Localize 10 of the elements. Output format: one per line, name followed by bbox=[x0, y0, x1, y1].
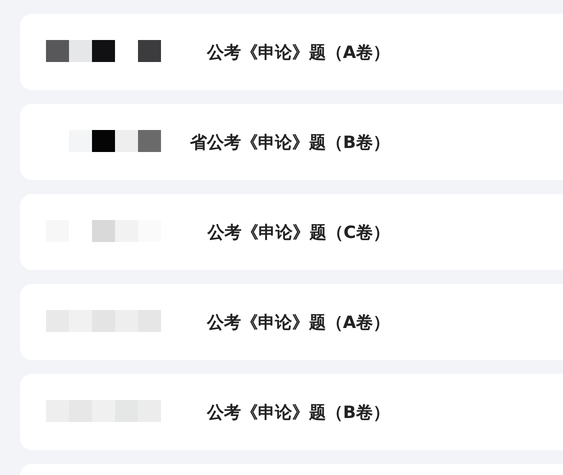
list-card[interactable]: 公考《申论》题（C卷） bbox=[20, 194, 563, 270]
exam-title: 公考《申论》题（A卷） bbox=[206, 312, 390, 334]
list-card[interactable]: 公考《申论》题（B卷） bbox=[20, 374, 563, 450]
list-card[interactable]: 省公考《申论》题（B卷） bbox=[20, 104, 563, 180]
exam-title: 省公考《申论》题（B卷） bbox=[190, 132, 390, 154]
list-card[interactable]: 公考《申论》题（A卷） bbox=[20, 284, 563, 360]
exam-title: 公考《申论》题（C卷） bbox=[208, 222, 390, 244]
list-card[interactable]: 公考《申论》题（A卷） bbox=[20, 14, 563, 90]
exam-title: 公考《申论》题（B卷） bbox=[207, 402, 390, 424]
exam-title: 公考《申论》题（A卷） bbox=[206, 42, 390, 64]
